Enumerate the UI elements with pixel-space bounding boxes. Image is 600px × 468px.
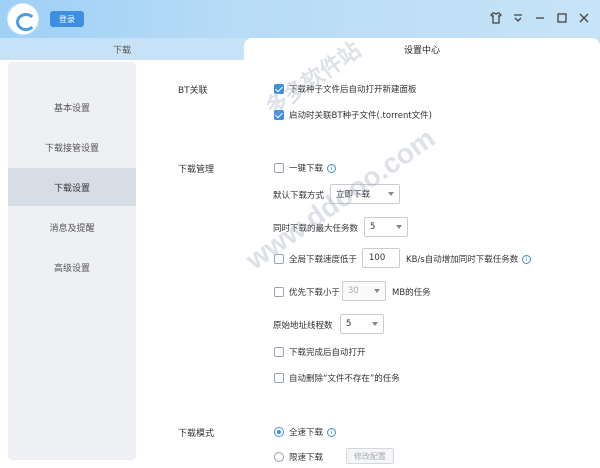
sidebar-item-takeover[interactable]: 下载接管设置 [8, 128, 136, 166]
sidebar-item-download[interactable]: 下载设置 [8, 168, 136, 206]
limited-speed-label: 限速下载 [289, 453, 324, 463]
section-label-manage: 下载管理 [178, 165, 215, 175]
limited-speed-option[interactable]: 限速下载 [274, 451, 323, 463]
bt-associate-option[interactable]: 启动时关联BT种子文件(.torrent文件) [274, 109, 432, 121]
priority-checkbox[interactable] [274, 287, 284, 297]
auto-open-option[interactable]: 下载完成后自动打开 [274, 346, 366, 358]
chevron-down-icon [372, 322, 378, 326]
max-tasks-select[interactable]: 5 [364, 217, 408, 237]
chevron-down-icon [388, 192, 394, 196]
menu-icon[interactable] [510, 10, 526, 26]
info-icon[interactable]: i [327, 427, 337, 437]
full-speed-radio[interactable] [274, 427, 284, 437]
full-speed-option[interactable]: 全速下载 i [274, 426, 337, 438]
section-label-bt: BT关联 [178, 86, 208, 96]
priority-value: 30 [348, 286, 359, 296]
tab-settings[interactable]: 设置中心 [244, 38, 600, 60]
settings-sidebar: 基本设置 下载接管设置 下载设置 消息及提醒 高级设置 [8, 62, 136, 460]
auto-open-checkbox[interactable] [274, 347, 284, 357]
default-mode-value: 立即下载 [336, 190, 371, 200]
low-speed-option[interactable]: 全局下载速度低于 [274, 253, 357, 265]
default-mode-label: 默认下载方式 [273, 191, 325, 201]
settings-content: BT关联 下载种子文件后自动打开新建面板 启动时关联BT种子文件(.torren… [136, 60, 600, 468]
full-speed-label: 全速下载 [289, 428, 324, 438]
one-click-option[interactable]: 一键下载 i [274, 162, 337, 174]
info-icon[interactable]: i [522, 254, 532, 264]
close-icon[interactable] [576, 10, 592, 26]
bt-auto-open-label: 下载种子文件后自动打开新建面板 [289, 85, 417, 95]
skin-icon[interactable] [488, 10, 504, 26]
section-label-mode: 下载模式 [178, 429, 215, 439]
low-speed-checkbox[interactable] [274, 254, 284, 264]
auto-delete-option[interactable]: 自动删除“文件不存在”的任务 [274, 372, 400, 384]
auto-open-label: 下载完成后自动打开 [289, 348, 366, 358]
tab-download[interactable]: 下载 [0, 38, 244, 60]
modify-config-button[interactable]: 修改配置 [346, 448, 394, 464]
low-speed-label: 全局下载速度低于 [289, 255, 358, 265]
max-tasks-value: 5 [370, 222, 376, 232]
auto-delete-checkbox[interactable] [274, 373, 284, 383]
priority-label: 优先下载小于 [289, 288, 341, 298]
maximize-icon[interactable] [554, 10, 570, 26]
limited-speed-radio[interactable] [274, 452, 284, 462]
title-bar: 登录 [0, 0, 600, 38]
tab-bar: 下载 设置中心 [0, 38, 600, 60]
bt-auto-open-option[interactable]: 下载种子文件后自动打开新建面板 [274, 83, 417, 95]
one-click-label: 一键下载 [289, 164, 324, 174]
chevron-down-icon [396, 225, 402, 229]
one-click-checkbox[interactable] [274, 163, 284, 173]
chevron-down-icon [374, 289, 380, 293]
app-logo-icon [8, 4, 38, 34]
priority-option[interactable]: 优先下载小于 [274, 286, 340, 298]
threads-label: 原始地址线程数 [273, 321, 333, 331]
auto-delete-label: 自动删除“文件不存在”的任务 [289, 374, 400, 384]
priority-select[interactable]: 30 [342, 281, 386, 301]
sidebar-item-advanced[interactable]: 高级设置 [8, 248, 136, 286]
bt-auto-open-checkbox[interactable] [274, 84, 284, 94]
window-controls [488, 10, 592, 26]
low-speed-suffix: KB/s自动增加同时下载任务数 [406, 255, 519, 265]
threads-value: 5 [346, 319, 352, 329]
priority-suffix: MB的任务 [392, 288, 431, 298]
bt-associate-label: 启动时关联BT种子文件(.torrent文件) [289, 111, 432, 121]
minimize-icon[interactable] [532, 10, 548, 26]
bt-associate-checkbox[interactable] [274, 110, 284, 120]
sidebar-item-basic[interactable]: 基本设置 [8, 88, 136, 126]
info-icon[interactable]: i [327, 163, 337, 173]
default-mode-select[interactable]: 立即下载 [330, 184, 400, 204]
low-speed-input[interactable]: 100 [362, 248, 400, 268]
threads-select[interactable]: 5 [340, 314, 384, 334]
low-speed-suffix-row: KB/s自动增加同时下载任务数 i [406, 253, 532, 265]
sidebar-item-notify[interactable]: 消息及提醒 [8, 208, 136, 246]
max-tasks-label: 同时下载的最大任务数 [273, 224, 359, 234]
login-button[interactable]: 登录 [50, 11, 84, 27]
